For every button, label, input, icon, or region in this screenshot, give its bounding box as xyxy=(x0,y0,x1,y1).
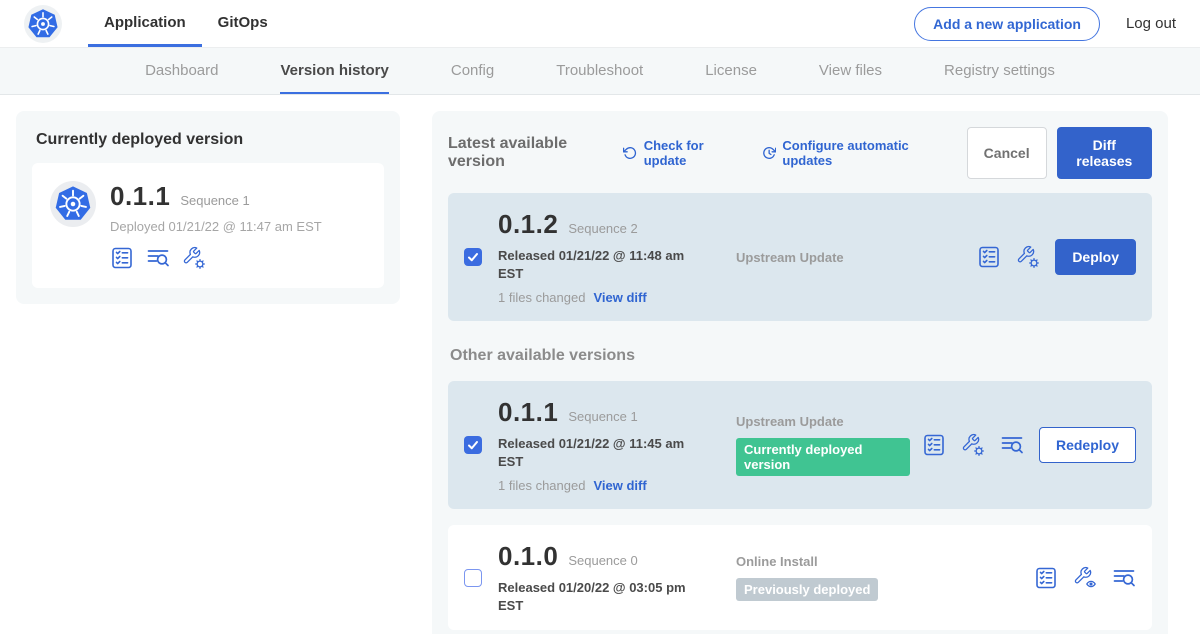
deploy-button[interactable]: Deploy xyxy=(1055,239,1136,275)
tab-application-label: Application xyxy=(104,14,186,31)
tab-gitops[interactable]: GitOps xyxy=(202,0,284,47)
configure-auto-updates-label: Configure automatic updates xyxy=(782,138,942,168)
version-row-0-1-2: 0.1.2 Sequence 2 Released 01/21/22 @ 11:… xyxy=(448,193,1152,321)
sequence-label: Sequence 0 xyxy=(568,553,637,568)
deploy-logs-icon[interactable] xyxy=(146,246,170,270)
subnav-version-history[interactable]: Version history xyxy=(280,48,388,94)
version-source-label: Online Install xyxy=(736,554,1022,569)
top-navigation-bar: Application GitOps Add a new application… xyxy=(0,0,1200,48)
subnav-troubleshoot-label: Troubleshoot xyxy=(556,62,643,79)
preflight-checks-icon[interactable] xyxy=(977,245,1001,269)
subnav-registry-settings[interactable]: Registry settings xyxy=(944,48,1055,94)
subnav-config[interactable]: Config xyxy=(451,48,494,94)
preflight-checks-icon[interactable] xyxy=(1034,566,1058,590)
tab-gitops-label: GitOps xyxy=(218,14,268,31)
version-row-0-1-0: 0.1.0 Sequence 0 Released 01/20/22 @ 03:… xyxy=(448,525,1152,630)
version-row-0-1-1: 0.1.1 Sequence 1 Released 01/21/22 @ 11:… xyxy=(448,381,1152,509)
redeploy-button[interactable]: Redeploy xyxy=(1039,427,1136,463)
subnav-dashboard[interactable]: Dashboard xyxy=(145,48,218,94)
currently-deployed-panel: Currently deployed version xyxy=(16,111,400,304)
check-for-update-label: Check for update xyxy=(644,138,738,168)
files-changed-label: 1 files changed xyxy=(498,290,585,305)
kubernetes-logo-icon xyxy=(24,5,62,43)
files-changed-label: 1 files changed xyxy=(498,478,585,493)
edit-config-icon[interactable] xyxy=(182,246,206,270)
view-diff-link[interactable]: View diff xyxy=(593,478,646,493)
check-icon xyxy=(467,251,479,263)
released-timestamp: Released 01/21/22 @ 11:45 am EST xyxy=(498,435,688,470)
subnav-config-label: Config xyxy=(451,62,494,79)
currently-deployed-title: Currently deployed version xyxy=(36,131,384,149)
version-number: 0.1.2 xyxy=(498,209,558,240)
configure-auto-updates-link[interactable]: Configure automatic updates xyxy=(762,138,943,168)
deployed-version-number: 0.1.1 xyxy=(110,181,170,212)
subnav-troubleshoot[interactable]: Troubleshoot xyxy=(556,48,643,94)
app-logo xyxy=(24,0,62,47)
deployed-timestamp: Deployed 01/21/22 @ 11:47 am EST xyxy=(110,219,322,234)
edit-config-icon[interactable] xyxy=(1016,245,1040,269)
logout-link[interactable]: Log out xyxy=(1126,15,1176,32)
subnav-view-files[interactable]: View files xyxy=(819,48,882,94)
version-checkbox-0-1-1[interactable] xyxy=(464,436,482,454)
sequence-label: Sequence 2 xyxy=(568,221,637,236)
currently-deployed-card: 0.1.1 Sequence 1 Deployed 01/21/22 @ 11:… xyxy=(32,163,384,288)
add-application-button[interactable]: Add a new application xyxy=(914,7,1100,41)
previously-deployed-badge: Previously deployed xyxy=(736,578,878,601)
version-source-label: Upstream Update xyxy=(736,250,965,265)
version-number: 0.1.1 xyxy=(498,397,558,428)
deploy-logs-icon[interactable] xyxy=(1000,433,1024,457)
auto-update-clock-icon xyxy=(762,145,776,161)
version-checkbox-0-1-0[interactable] xyxy=(464,569,482,587)
view-config-icon[interactable] xyxy=(1073,566,1097,590)
subnav-version-history-label: Version history xyxy=(280,62,388,79)
subnav-license[interactable]: License xyxy=(705,48,757,94)
deploy-logs-icon[interactable] xyxy=(1112,566,1136,590)
kubernetes-app-icon xyxy=(50,181,96,227)
check-for-update-link[interactable]: Check for update xyxy=(623,138,738,168)
refresh-icon xyxy=(623,145,637,161)
sequence-label: Sequence 1 xyxy=(568,409,637,424)
diff-releases-button[interactable]: Diff releases xyxy=(1057,127,1152,179)
other-versions-title: Other available versions xyxy=(450,347,1150,365)
deployed-sequence-label: Sequence 1 xyxy=(180,193,249,208)
subnav-registry-settings-label: Registry settings xyxy=(944,62,1055,79)
version-checkbox-0-1-2[interactable] xyxy=(464,248,482,266)
app-subnav: Dashboard Version history Config Trouble… xyxy=(0,48,1200,95)
version-source-label: Upstream Update xyxy=(736,414,910,429)
cancel-button[interactable]: Cancel xyxy=(967,127,1047,179)
check-icon xyxy=(467,439,479,451)
latest-version-title: Latest available version xyxy=(448,135,609,171)
released-timestamp: Released 01/21/22 @ 11:48 am EST xyxy=(498,247,688,282)
preflight-checks-icon[interactable] xyxy=(110,246,134,270)
version-number: 0.1.0 xyxy=(498,541,558,572)
subnav-dashboard-label: Dashboard xyxy=(145,62,218,79)
subnav-license-label: License xyxy=(705,62,757,79)
currently-deployed-badge: Currently deployed version xyxy=(736,438,910,476)
view-diff-link[interactable]: View diff xyxy=(593,290,646,305)
edit-config-icon[interactable] xyxy=(961,433,985,457)
released-timestamp: Released 01/20/22 @ 03:05 pm EST xyxy=(498,579,688,614)
subnav-view-files-label: View files xyxy=(819,62,882,79)
tab-application[interactable]: Application xyxy=(88,0,202,47)
preflight-checks-icon[interactable] xyxy=(922,433,946,457)
version-history-panel: Latest available version Check for updat… xyxy=(432,111,1168,634)
